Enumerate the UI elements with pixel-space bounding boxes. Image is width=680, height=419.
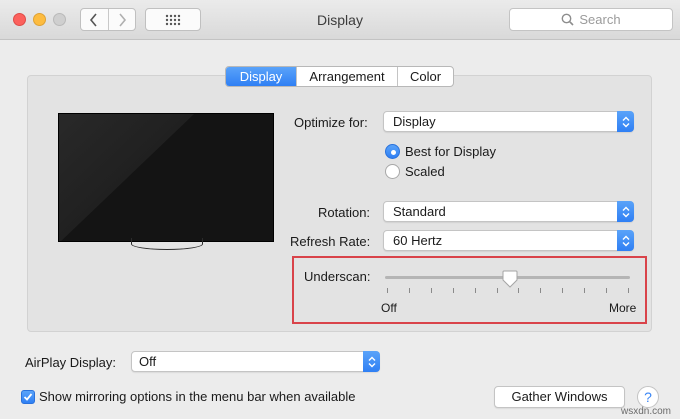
watermark: wsxdn.com [621, 406, 672, 417]
refresh-rate-label: Refresh Rate: [290, 234, 371, 249]
airplay-display-popup[interactable]: Off [131, 351, 380, 372]
search-placeholder: Search [579, 12, 621, 27]
slider-tick [408, 288, 410, 293]
slider-tick [562, 288, 564, 293]
underscan-max-label: More [609, 301, 637, 315]
tab-color[interactable]: Color [397, 67, 453, 86]
tab-bar: Display Arrangement Color [225, 66, 454, 87]
underscan-label: Underscan: [304, 269, 371, 284]
slider-tick [518, 288, 520, 293]
rotation-value: Standard [393, 204, 446, 219]
mirroring-checkbox[interactable] [21, 390, 35, 404]
display-stand [131, 238, 203, 250]
tab-arrangement[interactable]: Arrangement [296, 67, 397, 86]
airplay-display-label: AirPlay Display: [25, 355, 117, 370]
gather-windows-button[interactable]: Gather Windows [494, 386, 625, 408]
radio-best-for-display[interactable]: Best for Display [385, 144, 496, 159]
underscan-slider-knob[interactable] [502, 270, 518, 288]
search-field[interactable]: Search [509, 8, 673, 31]
popup-arrows-icon [363, 351, 380, 372]
slider-tick [540, 288, 542, 293]
optimize-for-popup[interactable]: Display [383, 111, 634, 132]
slider-tick [496, 288, 498, 293]
slider-tick [452, 288, 454, 293]
radio-button[interactable] [385, 164, 400, 179]
checkmark-icon [23, 393, 33, 401]
rotation-label: Rotation: [318, 205, 371, 220]
optimize-for-label: Optimize for: [294, 115, 368, 130]
optimize-for-value: Display [393, 114, 436, 129]
tab-display[interactable]: Display [226, 67, 296, 86]
slider-tick [387, 288, 388, 293]
popup-arrows-icon [617, 230, 634, 251]
radio-best-for-display-label: Best for Display [405, 144, 497, 159]
search-icon [561, 13, 574, 26]
rotation-popup[interactable]: Standard [383, 201, 634, 222]
display-preview-image [58, 113, 274, 242]
underscan-highlight-box [292, 256, 647, 324]
popup-arrows-icon [617, 201, 634, 222]
mirroring-checkbox-label: Show mirroring options in the menu bar w… [39, 389, 356, 404]
airplay-display-value: Off [139, 354, 157, 369]
refresh-rate-value: 60 Hertz [393, 233, 443, 248]
refresh-rate-popup[interactable]: 60 Hertz [383, 230, 634, 251]
slider-tick [430, 288, 432, 293]
help-button[interactable]: ? [637, 386, 659, 408]
slider-tick [606, 288, 608, 293]
popup-arrows-icon [617, 111, 634, 132]
radio-scaled-label: Scaled [405, 164, 445, 179]
slider-tick [584, 288, 586, 293]
underscan-min-label: Off [381, 301, 397, 315]
title-bar: Display Search [0, 0, 680, 40]
radio-scaled[interactable]: Scaled [385, 164, 445, 179]
slider-tick [474, 288, 476, 293]
slider-tick [628, 288, 629, 293]
radio-button-selected[interactable] [385, 144, 400, 159]
